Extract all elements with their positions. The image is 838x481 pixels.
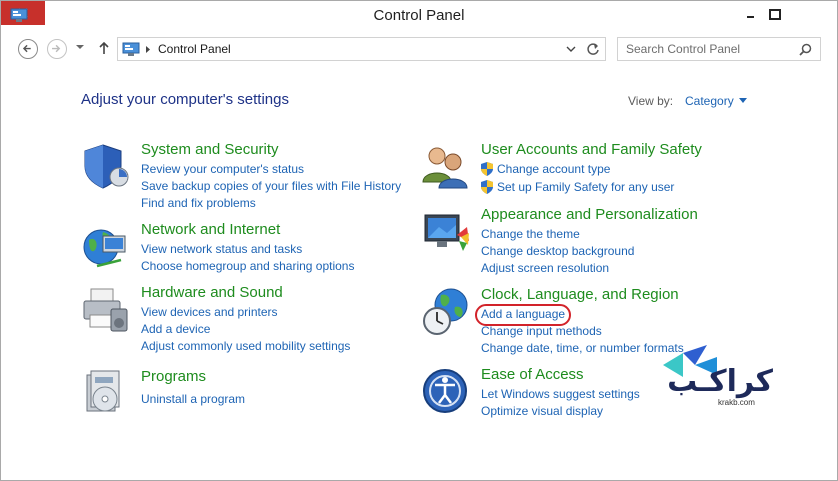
- control-panel-icon: [122, 42, 140, 56]
- minimize-button[interactable]: [738, 5, 762, 25]
- link-network-status[interactable]: View network status and tasks: [141, 242, 302, 256]
- window-title: Control Panel: [373, 7, 465, 24]
- view-by-dropdown[interactable]: Category: [685, 94, 734, 108]
- view-by-label: View by:: [628, 94, 674, 108]
- uac-shield-icon: [481, 162, 493, 176]
- search-icon[interactable]: [799, 43, 812, 56]
- address-dropdown-icon[interactable]: [566, 44, 576, 54]
- link-change-theme[interactable]: Change the theme: [481, 227, 580, 241]
- category-title[interactable]: Hardware and Sound: [141, 284, 283, 301]
- maximize-button[interactable]: [764, 5, 788, 25]
- link-change-account-type[interactable]: Change account type: [497, 162, 610, 176]
- category-title[interactable]: Network and Internet: [141, 221, 280, 238]
- breadcrumb-control-panel[interactable]: Control Panel: [158, 42, 231, 56]
- link-suggest-settings[interactable]: Let Windows suggest settings: [481, 387, 640, 401]
- link-visual-display[interactable]: Optimize visual display: [481, 404, 603, 418]
- programs-icon: [86, 370, 120, 412]
- search-box[interactable]: Search Control Panel: [617, 37, 821, 61]
- category-title[interactable]: System and Security: [141, 141, 279, 158]
- monitor-palette-icon: [424, 214, 469, 251]
- back-button[interactable]: [18, 39, 38, 59]
- link-add-device[interactable]: Add a device: [141, 322, 210, 336]
- category-title[interactable]: Clock, Language, and Region: [481, 286, 679, 303]
- view-by-chevron-icon[interactable]: [739, 98, 747, 104]
- link-mobility-settings[interactable]: Adjust commonly used mobility settings: [141, 339, 350, 353]
- link-find-fix-problems[interactable]: Find and fix problems: [141, 196, 256, 210]
- forward-button[interactable]: [47, 39, 67, 59]
- title-bar[interactable]: Control Panel: [1, 1, 837, 31]
- address-bar[interactable]: Control Panel: [117, 37, 606, 61]
- navigation-bar: Control Panel Search Control Panel: [1, 37, 837, 65]
- watermark-url: krakb.com: [718, 398, 755, 407]
- link-date-time-formats[interactable]: Change date, time, or number formats: [481, 341, 684, 355]
- network-globe-icon: [83, 229, 126, 268]
- uac-shield-icon: [481, 180, 493, 194]
- link-homegroup[interactable]: Choose homegroup and sharing options: [141, 259, 354, 273]
- up-arrow-icon[interactable]: [98, 40, 110, 56]
- link-desktop-background[interactable]: Change desktop background: [481, 244, 634, 258]
- category-title[interactable]: Appearance and Personalization: [481, 206, 698, 223]
- link-family-safety[interactable]: Set up Family Safety for any user: [497, 180, 674, 194]
- users-icon: [422, 147, 468, 189]
- link-uninstall-program[interactable]: Uninstall a program: [141, 392, 245, 406]
- link-file-history[interactable]: Save backup copies of your files with Fi…: [141, 179, 401, 193]
- refresh-icon[interactable]: [586, 42, 600, 56]
- page-title: Adjust your computer's settings: [81, 91, 289, 108]
- highlight-circle: [475, 304, 571, 326]
- link-screen-resolution[interactable]: Adjust screen resolution: [481, 261, 609, 275]
- control-panel-window: Control Panel Control Panel Search Contr…: [0, 0, 838, 481]
- category-title[interactable]: Ease of Access: [481, 366, 584, 383]
- link-devices-printers[interactable]: View devices and printers: [141, 305, 278, 319]
- link-review-status[interactable]: Review your computer's status: [141, 162, 304, 176]
- clock-globe-icon: [423, 288, 468, 335]
- printer-icon: [83, 288, 128, 332]
- breadcrumb-chevron-icon[interactable]: [145, 45, 151, 54]
- svg-text:کراکـب: کراکـب: [667, 364, 773, 399]
- search-input[interactable]: Search Control Panel: [626, 42, 740, 56]
- category-title[interactable]: User Accounts and Family Safety: [481, 141, 702, 158]
- link-input-methods[interactable]: Change input methods: [481, 324, 602, 338]
- recent-locations-icon[interactable]: [75, 43, 85, 51]
- shield-icon: [84, 144, 129, 189]
- ease-of-access-icon: [423, 369, 467, 413]
- category-title[interactable]: Programs: [141, 368, 206, 385]
